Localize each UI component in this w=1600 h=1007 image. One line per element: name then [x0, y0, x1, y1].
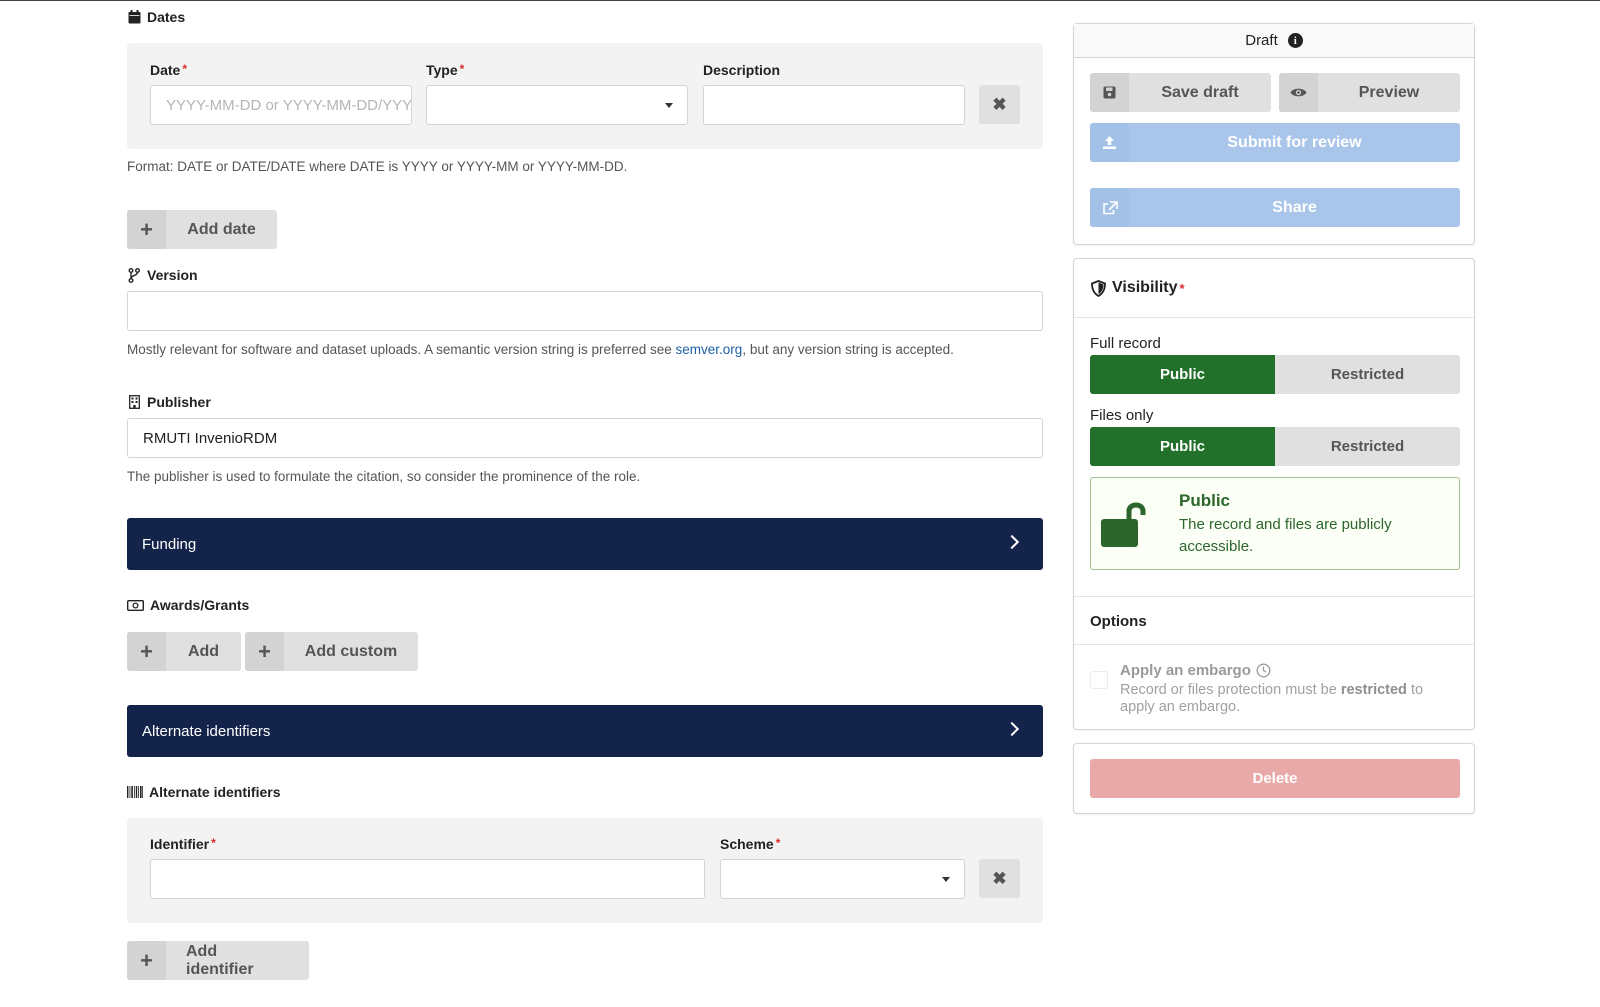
- divider: [1074, 317, 1474, 318]
- draft-status-header: Draft i: [1074, 24, 1474, 58]
- delete-card: Delete: [1073, 743, 1475, 814]
- delete-button[interactable]: Delete: [1090, 759, 1460, 798]
- publisher-input[interactable]: RMUTI InvenioRDM: [127, 418, 1043, 458]
- scheme-select[interactable]: [720, 859, 965, 899]
- chevron-right-icon: [1004, 721, 1020, 737]
- semver-link[interactable]: semver.org: [676, 342, 743, 357]
- info-icon[interactable]: i: [1287, 33, 1303, 48]
- actions-card: Draft i Save draft Preview Submit for re…: [1073, 23, 1475, 245]
- dates-section-label: Dates: [127, 9, 185, 25]
- identifier-input[interactable]: [150, 859, 705, 899]
- share-icon: [1090, 188, 1129, 227]
- remove-identifier-button[interactable]: ✖: [979, 859, 1020, 898]
- alternate-identifiers-accordion[interactable]: Alternate identifiers: [127, 705, 1043, 757]
- unlock-icon: [1100, 498, 1154, 551]
- save-draft-button[interactable]: Save draft: [1090, 73, 1271, 112]
- barcode-icon: [127, 785, 143, 799]
- visibility-card: Visibility * Full record Public Restricte…: [1073, 258, 1475, 730]
- share-button[interactable]: Share: [1090, 188, 1460, 227]
- clock-icon[interactable]: [1256, 663, 1271, 678]
- files-only-restricted-button[interactable]: Restricted: [1275, 427, 1460, 466]
- close-icon: ✖: [992, 868, 1007, 888]
- submit-for-review-button[interactable]: Submit for review: [1090, 123, 1460, 162]
- remove-date-button[interactable]: ✖: [979, 85, 1020, 124]
- files-only-label: Files only: [1090, 407, 1154, 424]
- plus-icon: +: [245, 632, 284, 671]
- money-bill-icon: [127, 598, 144, 612]
- type-select[interactable]: [426, 85, 688, 125]
- files-only-toggle: Public Restricted: [1090, 427, 1460, 466]
- version-input[interactable]: [127, 291, 1043, 331]
- dropdown-caret-icon: [665, 103, 673, 108]
- code-branch-icon: [127, 267, 141, 283]
- scheme-field-label: Scheme *: [720, 836, 781, 852]
- upload-icon: [1090, 123, 1129, 162]
- dates-help-text: Format: DATE or DATE/DATE where DATE is …: [127, 159, 628, 174]
- full-record-label: Full record: [1090, 335, 1161, 352]
- embargo-checkbox[interactable]: [1090, 671, 1108, 689]
- publisher-section-label: Publisher: [127, 394, 211, 410]
- embargo-description: Record or files protection must be restr…: [1120, 682, 1424, 715]
- full-record-restricted-button[interactable]: Restricted: [1275, 355, 1460, 394]
- preview-button[interactable]: Preview: [1279, 73, 1460, 112]
- embargo-title: Apply an embargo: [1120, 662, 1271, 679]
- description-field-label: Description: [703, 62, 781, 78]
- alternate-identifiers-section-label: Alternate identifiers: [127, 784, 280, 800]
- add-identifier-button[interactable]: + Add identifier: [127, 941, 309, 980]
- date-row: Date* YYYY-MM-DD or YYYY-MM-DD/YYYY-MM-D…: [127, 43, 1043, 149]
- building-icon: [127, 395, 141, 409]
- eye-icon: [1279, 73, 1318, 112]
- description-input[interactable]: [703, 85, 965, 125]
- funding-accordion[interactable]: Funding: [127, 518, 1043, 570]
- dropdown-caret-icon: [942, 877, 950, 882]
- files-only-public-button[interactable]: Public: [1090, 427, 1275, 466]
- calendar-icon: [127, 10, 141, 24]
- plus-icon: +: [127, 632, 166, 671]
- divider: [1074, 596, 1474, 597]
- visibility-message: Public The record and files are publicly…: [1090, 477, 1460, 570]
- chevron-right-icon: [1004, 534, 1020, 550]
- type-field-label: Type *: [426, 62, 465, 78]
- identifier-field-label: Identifier *: [150, 836, 216, 852]
- divider: [1074, 644, 1474, 645]
- full-record-toggle: Public Restricted: [1090, 355, 1460, 394]
- visibility-title: Visibility *: [1091, 279, 1185, 297]
- version-help-text: Mostly relevant for software and dataset…: [127, 342, 954, 357]
- add-custom-award-button[interactable]: + Add custom: [245, 632, 418, 671]
- version-section-label: Version: [127, 267, 198, 283]
- shield-icon: [1091, 279, 1106, 297]
- close-icon: ✖: [992, 94, 1007, 114]
- options-label: Options: [1090, 613, 1147, 630]
- add-date-button[interactable]: + Add date: [127, 210, 277, 249]
- date-field-label: Date *: [150, 62, 188, 78]
- full-record-public-button[interactable]: Public: [1090, 355, 1275, 394]
- plus-icon: +: [127, 210, 166, 249]
- identifier-row: Identifier * Scheme * ✖: [127, 818, 1043, 923]
- publisher-help-text: The publisher is used to formulate the c…: [127, 469, 641, 484]
- date-input[interactable]: YYYY-MM-DD or YYYY-MM-DD/YYYY-MM-DD: [150, 85, 412, 125]
- add-award-button[interactable]: + Add: [127, 632, 241, 671]
- plus-icon: +: [127, 941, 166, 980]
- save-icon: [1090, 73, 1129, 112]
- awards-section-label: Awards/Grants: [127, 597, 249, 613]
